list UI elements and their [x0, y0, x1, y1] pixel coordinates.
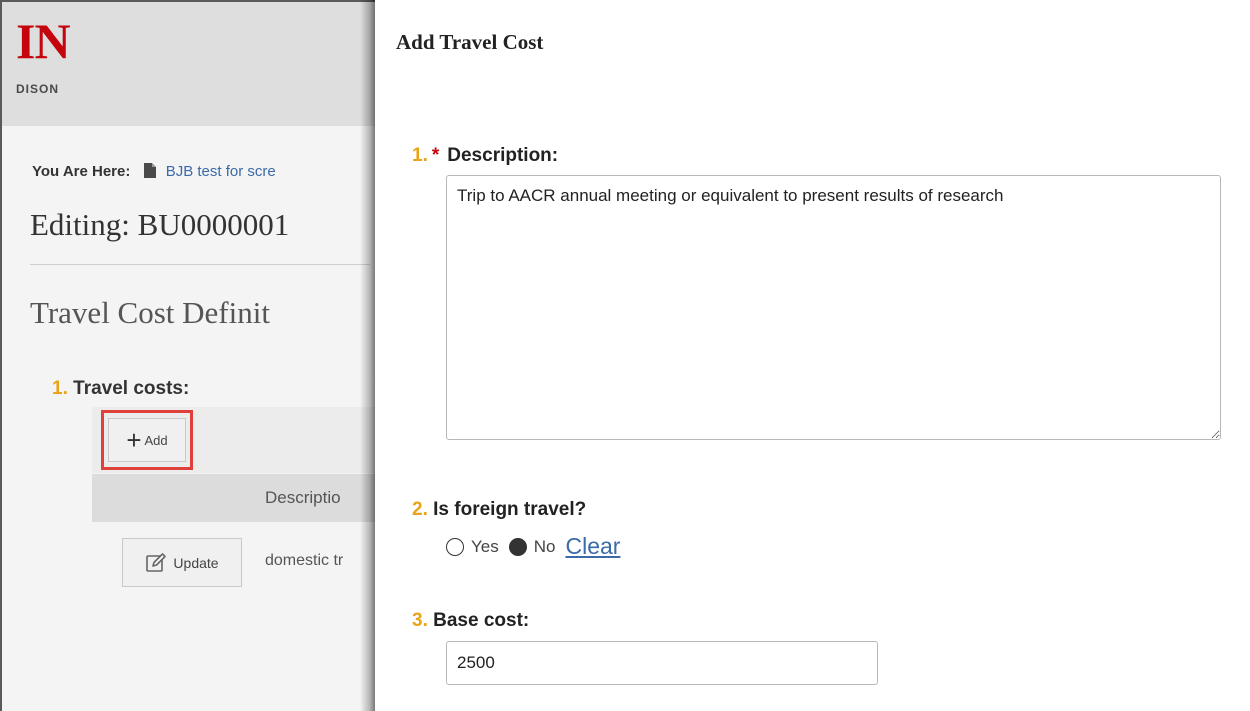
add-travel-cost-panel: Add Travel Cost 1. * Description: Trip to … — [375, 0, 1250, 711]
question-label: Is foreign travel? — [433, 499, 587, 520]
radio-yes-label[interactable]: Yes — [471, 537, 499, 557]
logo-subtext: DISON — [16, 82, 60, 96]
question-number: 2. — [412, 499, 428, 520]
logo: IN — [16, 13, 71, 69]
title-divider — [30, 264, 370, 265]
breadcrumb: You Are Here: BJB test for scre — [32, 162, 276, 180]
breadcrumb-link[interactable]: BJB test for scre — [166, 163, 276, 180]
foreign-travel-options: Yes No Clear — [446, 533, 620, 560]
table-row: Update domestic tr — [92, 522, 375, 602]
question-foreign-travel: 2. Is foreign travel? — [412, 499, 586, 521]
question-number: 3. — [412, 610, 428, 631]
question-number: 1. — [412, 145, 428, 166]
row-description: domestic tr — [265, 552, 344, 569]
column-header-description[interactable]: Descriptio — [265, 488, 341, 508]
update-button[interactable]: Update — [122, 538, 242, 587]
base-cost-field[interactable] — [446, 641, 878, 685]
description-field[interactable]: Trip to AACR annual meeting or equivalen… — [446, 175, 1221, 440]
update-button-label: Update — [173, 554, 219, 571]
required-marker: * — [431, 145, 440, 166]
question-travel-costs: 1. Travel costs: — [52, 378, 189, 400]
panel-shadow — [360, 0, 376, 711]
clear-link[interactable]: Clear — [565, 533, 620, 560]
question-base-cost: 3. Base cost: — [412, 610, 529, 632]
panel-title: Add Travel Cost — [396, 30, 544, 54]
background-page: IN DISON You Are Here: BJB test for scre… — [0, 0, 375, 711]
edit-icon — [146, 552, 167, 572]
table-header: Descriptio — [92, 474, 375, 522]
breadcrumb-label: You Are Here: — [32, 163, 131, 180]
section-title: Travel Cost Definit — [30, 295, 270, 330]
question-label: Base cost: — [433, 610, 530, 631]
question-label: Description: — [447, 145, 559, 166]
radio-yes[interactable] — [446, 537, 464, 556]
add-button-highlight — [101, 410, 193, 470]
radio-no[interactable] — [508, 537, 527, 556]
site-header: IN DISON — [2, 2, 375, 126]
radio-no-label[interactable]: No — [534, 537, 556, 557]
document-icon — [141, 162, 158, 179]
question-number: 1. — [52, 378, 68, 399]
question-description: 1. * Description: — [412, 145, 558, 167]
question-label: Travel costs: — [73, 378, 190, 399]
page-title: Editing: BU0000001 — [30, 207, 290, 242]
